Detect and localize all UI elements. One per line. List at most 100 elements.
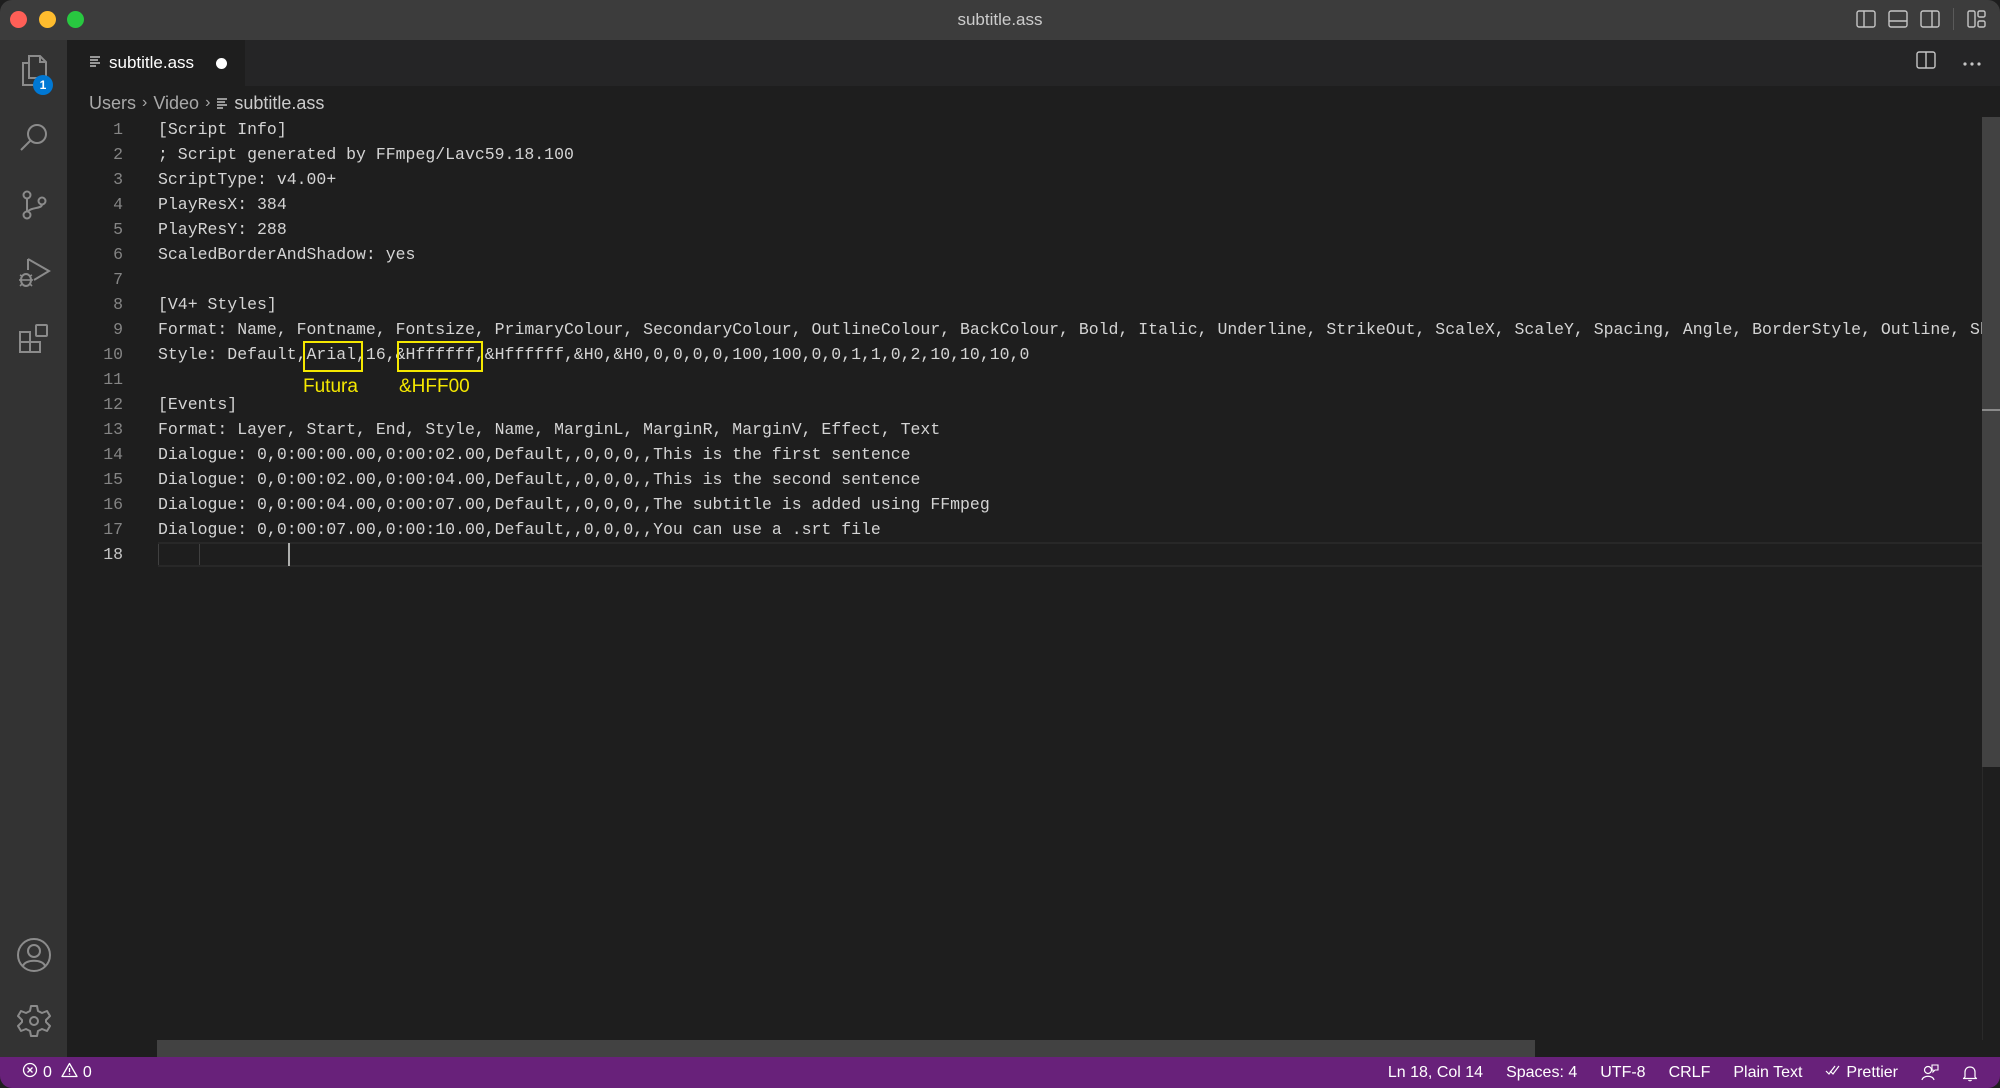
- breadcrumb-file-label: subtitle.ass: [234, 92, 325, 113]
- split-editor-icon[interactable]: [1916, 51, 1936, 74]
- problems-indicator[interactable]: 0 0: [22, 1062, 92, 1083]
- activity-extensions[interactable]: [0, 311, 67, 371]
- activity-accounts[interactable]: [0, 927, 67, 987]
- gear-icon: [16, 1003, 52, 1044]
- line-number: 3: [113, 170, 123, 189]
- editor-line-active: 18: [67, 542, 1982, 567]
- editor-line: 1 [Script Info]: [67, 117, 1982, 142]
- line-number: 17: [103, 520, 123, 539]
- warning-count: 0: [82, 1063, 92, 1081]
- toggle-panel-icon[interactable]: [1887, 8, 1909, 30]
- editor-line: 9 Format: Name, Fontname, Fontsize, Prima…: [67, 317, 2000, 342]
- line-text[interactable]: PlayResX: 384: [158, 192, 287, 217]
- text-cursor: [288, 543, 290, 566]
- activity-search[interactable]: [0, 110, 67, 170]
- annotation-label-primary-colour: &HFF00: [399, 376, 470, 397]
- breadcrumb-item-file[interactable]: subtitle.ass: [216, 93, 324, 114]
- title-actions-divider: [1953, 8, 1954, 30]
- line-text[interactable]: [Script Info]: [158, 117, 287, 142]
- tab-subtitle-ass[interactable]: subtitle.ass: [67, 40, 245, 86]
- activity-explorer[interactable]: 1: [0, 43, 67, 103]
- run-debug-icon: [16, 255, 52, 294]
- editor-line: 6 ScaledBorderAndShadow: yes: [67, 242, 1982, 267]
- file-encoding[interactable]: UTF-8: [1600, 1064, 1645, 1082]
- line-number: 5: [113, 220, 123, 239]
- tab-label: subtitle.ass: [109, 53, 195, 72]
- line-number: 12: [103, 395, 123, 414]
- breadcrumb-item-video[interactable]: Video: [153, 93, 199, 114]
- indent-guide: [158, 544, 159, 565]
- error-icon: [22, 1062, 38, 1083]
- end-of-line[interactable]: CRLF: [1669, 1064, 1711, 1082]
- chevron-right-icon: ›: [205, 94, 211, 111]
- editor-line: 15 Dialogue: 0,0:00:02.00,0:00:04.00,Defa…: [67, 467, 1982, 492]
- line-text[interactable]: Format: Name, Fontname, Fontsize, Primar…: [158, 317, 2000, 342]
- line-text[interactable]: Style: Default,Arial,16,&Hffffff,&Hfffff…: [158, 342, 1029, 367]
- customize-layout-icon[interactable]: [1966, 8, 1988, 30]
- editor-line: 8 [V4+ Styles]: [67, 292, 1982, 317]
- activity-bar: 1: [0, 40, 67, 1057]
- notifications-bell-icon[interactable]: [1962, 1064, 1978, 1082]
- editor-line: 13 Format: Layer, Start, End, Style, Name…: [67, 417, 1982, 442]
- prettier-label: Prettier: [1846, 1063, 1898, 1081]
- line-text[interactable]: [Events]: [158, 392, 237, 417]
- horizontal-scrollbar-thumb[interactable]: [157, 1040, 1535, 1057]
- line-text[interactable]: Dialogue: 0,0:00:02.00,0:00:04.00,Defaul…: [158, 467, 920, 492]
- indentation-setting[interactable]: Spaces: 4: [1506, 1064, 1577, 1082]
- line-text[interactable]: PlayResY: 288: [158, 217, 287, 242]
- line-number: 7: [113, 270, 123, 289]
- prettier-status[interactable]: Prettier: [1825, 1063, 1898, 1082]
- vertical-scrollbar-thumb[interactable]: [1982, 117, 2000, 767]
- line-number: 18: [103, 545, 123, 564]
- editor-line: 5 PlayResY: 288: [67, 217, 1982, 242]
- breadcrumb: Users › Video › subtitle.ass: [89, 90, 324, 116]
- title-bar: subtitle.ass: [0, 0, 2000, 40]
- line-text[interactable]: Dialogue: 0,0:00:07.00,0:00:10.00,Defaul…: [158, 517, 881, 542]
- breadcrumb-item-users[interactable]: Users: [89, 93, 136, 114]
- line-number: 2: [113, 145, 123, 164]
- toggle-primary-sidebar-icon[interactable]: [1855, 8, 1877, 30]
- activity-run-debug[interactable]: [0, 244, 67, 304]
- line-text[interactable]: ScriptType: v4.00+: [158, 167, 336, 192]
- more-actions-icon[interactable]: [1962, 54, 1982, 72]
- feedback-icon[interactable]: [1921, 1063, 1939, 1082]
- status-bar: 0 0 Ln 18, Col 14 Spaces: 4 UTF-8 CRLF P…: [0, 1057, 2000, 1088]
- cursor-position[interactable]: Ln 18, Col 14: [1388, 1064, 1483, 1082]
- unsaved-dot-icon[interactable]: [216, 57, 228, 69]
- double-check-icon: [1825, 1063, 1841, 1082]
- line-text[interactable]: Dialogue: 0,0:00:04.00,0:00:07.00,Defaul…: [158, 492, 990, 517]
- line-number: 6: [113, 245, 123, 264]
- language-mode[interactable]: Plain Text: [1733, 1064, 1802, 1082]
- activity-manage[interactable]: [0, 993, 67, 1053]
- toggle-secondary-sidebar-icon[interactable]: [1919, 8, 1941, 30]
- editor-line: 4 PlayResX: 384: [67, 192, 1982, 217]
- explorer-badge: 1: [33, 75, 53, 95]
- line-number: 1: [113, 120, 123, 139]
- line-number: 14: [103, 445, 123, 464]
- source-control-icon: [17, 188, 51, 227]
- text-file-icon: [216, 93, 228, 114]
- activity-source-control[interactable]: [0, 177, 67, 237]
- line-text[interactable]: ; Script generated by FFmpeg/Lavc59.18.1…: [158, 142, 574, 167]
- annotation-box-fontname: [303, 341, 363, 372]
- line-text[interactable]: [V4+ Styles]: [158, 292, 277, 317]
- editor-line: 2 ; Script generated by FFmpeg/Lavc59.18.…: [67, 142, 1982, 167]
- annotation-box-primary-colour: [397, 341, 483, 372]
- line-number: 8: [113, 295, 123, 314]
- line-text[interactable]: Dialogue: 0,0:00:00.00,0:00:02.00,Defaul…: [158, 442, 911, 467]
- line-number: 11: [103, 370, 123, 389]
- chevron-right-icon: ›: [142, 94, 148, 111]
- account-icon: [16, 937, 52, 978]
- line-text[interactable]: ScaledBorderAndShadow: yes: [158, 242, 415, 267]
- indent-guide: [199, 544, 200, 565]
- editor-line: 17 Dialogue: 0,0:00:07.00,0:00:10.00,Defa…: [67, 517, 1982, 542]
- current-line-highlight: [158, 542, 1982, 567]
- code-editor[interactable]: 1 [Script Info] 2 ; Script generated by FF…: [67, 117, 2000, 1040]
- error-count: 0: [43, 1063, 52, 1081]
- line-number: 13: [103, 420, 123, 439]
- line-text[interactable]: Format: Layer, Start, End, Style, Name, …: [158, 417, 940, 442]
- text-file-icon: [89, 54, 101, 72]
- annotation-label-fontname: Futura: [303, 376, 358, 397]
- line-number: 4: [113, 195, 123, 214]
- extensions-icon: [17, 322, 51, 361]
